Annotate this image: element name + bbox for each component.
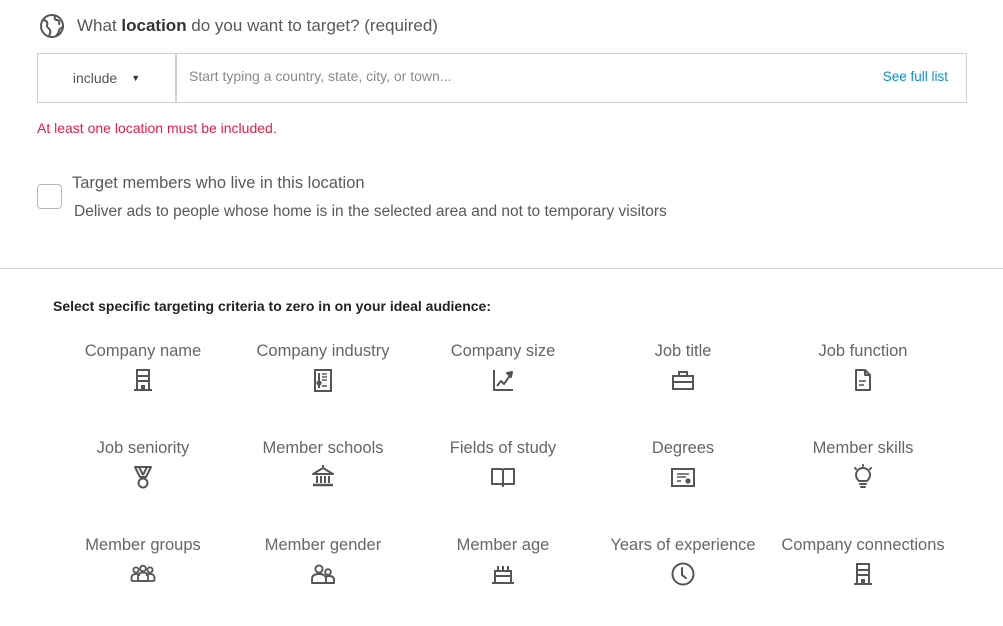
building-icon [850,561,876,587]
criteria-job-seniority[interactable]: Job seniority [53,437,233,534]
criteria-member-gender[interactable]: Member gender [233,534,413,626]
criteria-degrees[interactable]: Degrees [593,437,773,534]
criteria-label: Member age [456,536,550,554]
criteria-label: Company industry [256,342,390,360]
criteria-label: Company connections [781,536,945,554]
industry-document-icon [310,367,336,393]
criteria-label: Degrees [651,439,715,457]
criteria-job-title[interactable]: Job title [593,340,773,437]
criteria-grid: Company name Company industry Company si… [53,340,970,626]
criteria-member-groups[interactable]: Member groups [53,534,233,626]
criteria-member-age[interactable]: Member age [413,534,593,626]
institution-icon [310,464,336,490]
location-input-row: include ▼ See full list [37,53,967,103]
criteria-company-size[interactable]: Company size [413,340,593,437]
criteria-fields-of-study[interactable]: Fields of study [413,437,593,534]
location-question: What location do you want to target? (re… [39,13,438,39]
live-in-location-label: Target members who live in this location [72,174,365,192]
criteria-company-connections[interactable]: Company connections [773,534,953,626]
medal-icon [130,464,156,490]
birthday-cake-icon [490,561,516,587]
section-divider [0,268,1003,269]
location-search-input[interactable] [177,54,883,98]
criteria-company-name[interactable]: Company name [53,340,233,437]
criteria-label: Company size [450,342,556,360]
lightbulb-icon [850,464,876,490]
document-icon [850,367,876,393]
criteria-label: Member groups [85,536,201,554]
briefcase-icon [670,367,696,393]
criteria-member-skills[interactable]: Member skills [773,437,953,534]
location-targeting-page: What location do you want to target? (re… [0,0,1003,626]
clock-icon [670,561,696,587]
live-in-location-checkbox[interactable] [37,184,62,209]
criteria-label: Years of experience [610,536,756,554]
group-icon [130,561,156,587]
see-full-list-link[interactable]: See full list [883,54,966,102]
criteria-label: Member skills [812,439,914,457]
criteria-label: Member schools [262,439,384,457]
caret-down-icon: ▼ [131,73,141,83]
building-icon [130,367,156,393]
criteria-heading: Select specific targeting criteria to ze… [53,298,492,314]
question-suffix: do you want to target? (required) [186,16,438,35]
live-in-location-description: Deliver ads to people whose home is in t… [74,203,667,220]
criteria-years-of-experience[interactable]: Years of experience [593,534,773,626]
criteria-label: Job title [654,342,712,360]
certificate-icon [670,464,696,490]
question-text: What location do you want to target? (re… [77,16,438,36]
globe-icon [39,13,65,39]
include-exclude-select[interactable]: include ▼ [38,54,177,102]
criteria-label: Member gender [264,536,382,554]
two-people-icon [310,561,336,587]
criteria-label: Fields of study [449,439,557,457]
criteria-label: Job seniority [96,439,190,457]
criteria-company-industry[interactable]: Company industry [233,340,413,437]
select-value: include [72,70,118,86]
criteria-member-schools[interactable]: Member schools [233,437,413,534]
open-book-icon [490,464,516,490]
growth-chart-icon [490,367,516,393]
question-bold: location [121,16,187,35]
criteria-label: Company name [84,342,202,360]
question-prefix: What [77,16,122,35]
criteria-job-function[interactable]: Job function [773,340,953,437]
location-error-message: At least one location must be included. [37,120,277,136]
criteria-label: Job function [818,342,908,360]
